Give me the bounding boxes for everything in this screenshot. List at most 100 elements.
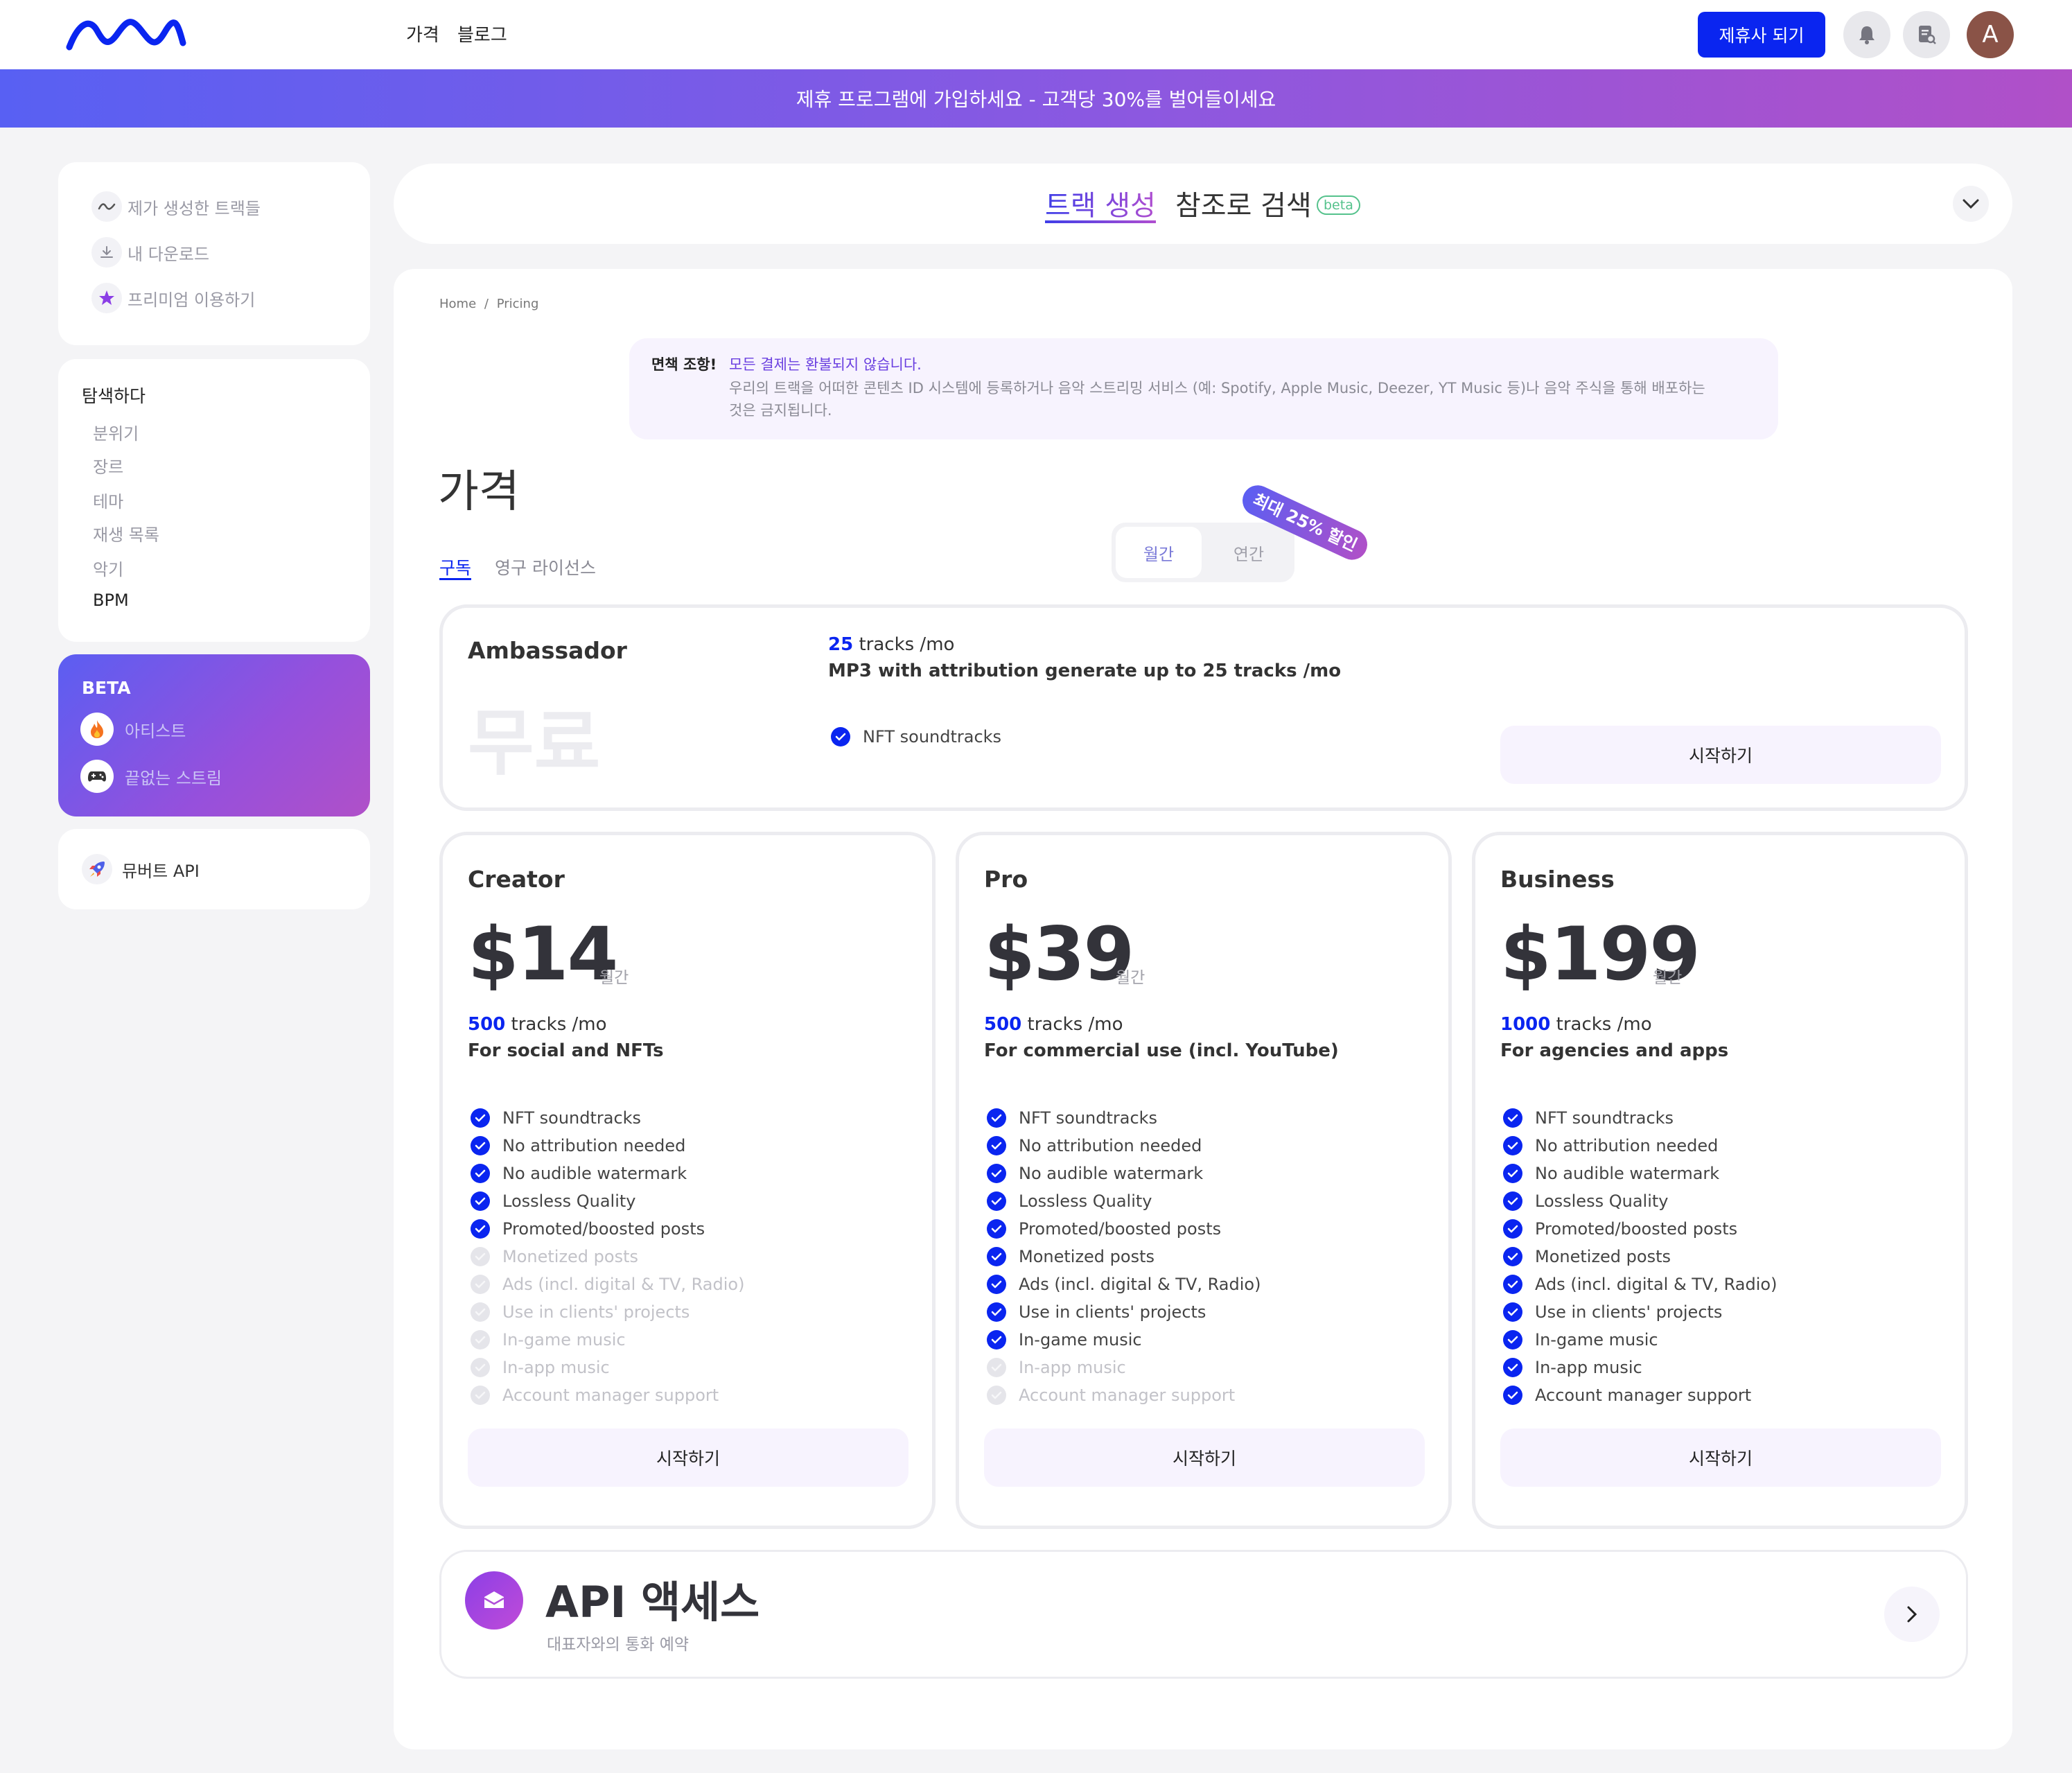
plan-tracks-unit: tracks /mo <box>859 634 955 655</box>
user-avatar[interactable]: A <box>1967 11 2014 58</box>
feature-item: Monetized posts <box>1503 1243 1777 1270</box>
beta-item-endless-stream[interactable]: 끝없는 스트림 <box>80 760 222 793</box>
feature-item: NFT soundtracks <box>987 1104 1261 1132</box>
api-access-arrow-button[interactable] <box>1884 1587 1940 1642</box>
tab-search-by-reference[interactable]: 참조로 검색 <box>1175 183 1312 223</box>
disclaimer-body-line1: 우리의 트랙을 어떠한 콘텐츠 ID 시스템에 등록하거나 음악 스트리밍 서비… <box>729 380 1705 396</box>
wave-icon <box>91 191 122 222</box>
sidebar-item-downloads[interactable]: 내 다운로드 <box>91 237 209 268</box>
check-icon <box>987 1247 1006 1266</box>
start-button[interactable]: 시작하기 <box>468 1429 908 1487</box>
check-icon <box>471 1191 490 1211</box>
feature-item: No attribution needed <box>471 1132 744 1160</box>
plan-name: Business <box>1500 866 1615 893</box>
start-button[interactable]: 시작하기 <box>984 1429 1425 1487</box>
explore-item-genre[interactable]: 장르 <box>93 453 123 478</box>
feature-item: No audible watermark <box>1503 1160 1777 1187</box>
feature-item: In-game music <box>987 1326 1261 1354</box>
check-disabled-icon <box>471 1330 490 1350</box>
sidebar-explore-card: 탐색하다 분위기 장르 테마 재생 목록 악기 BPM <box>58 359 370 642</box>
feature-item: Ads (incl. digital & TV, Radio) <box>1503 1270 1777 1298</box>
check-icon <box>471 1108 490 1128</box>
feature-item: Ads (incl. digital & TV, Radio) <box>987 1270 1261 1298</box>
feature-item: Lossless Quality <box>1503 1187 1777 1215</box>
affiliate-banner[interactable]: 제휴 프로그램에 가입하세요 - 고객당 30%를 벌어들이세요 <box>0 69 2072 128</box>
explore-item-bpm[interactable]: BPM <box>93 591 129 610</box>
plan-tracks-count: 500 <box>984 1014 1022 1035</box>
become-partner-button[interactable]: 제휴사 되기 <box>1698 12 1825 58</box>
explore-item-instruments[interactable]: 악기 <box>93 556 123 580</box>
check-disabled-icon <box>471 1275 490 1294</box>
check-icon <box>987 1191 1006 1211</box>
check-icon <box>1503 1330 1522 1350</box>
plan-price-unit: 월간 <box>1653 969 1683 987</box>
subscription-tab-underline <box>439 578 471 580</box>
breadcrumb-separator: / <box>484 297 489 311</box>
plan-tracks: 500 tracks /mo <box>468 1014 607 1035</box>
feature-item: Lossless Quality <box>471 1187 744 1215</box>
logo-icon[interactable] <box>65 15 187 53</box>
check-icon <box>471 1219 490 1239</box>
check-icon <box>1503 1136 1522 1155</box>
disclaimer-box: 면책 조항! 모든 결제는 환불되지 않습니다. 우리의 트랙을 어떠한 콘텐츠… <box>629 338 1778 439</box>
explore-item-playlists[interactable]: 재생 목록 <box>93 521 159 545</box>
feature-item: Ads (incl. digital & TV, Radio) <box>471 1270 744 1298</box>
feature-item: Promoted/boosted posts <box>1503 1215 1777 1243</box>
top-header: 가격 블로그 제휴사 되기 A <box>0 0 2072 69</box>
disclaimer-body-line2: 것은 금지됩니다. <box>729 402 832 419</box>
disclaimer-label: 면책 조항! <box>651 356 717 373</box>
api-access-card[interactable]: API 액세스 대표자와의 통화 예약 <box>439 1550 1968 1679</box>
notifications-button[interactable] <box>1843 11 1890 58</box>
check-icon <box>1503 1275 1522 1294</box>
check-icon <box>1503 1219 1522 1239</box>
nav-blog-link[interactable]: 블로그 <box>457 21 507 46</box>
license-doc-button[interactable] <box>1903 11 1950 58</box>
generation-mode-card: 트랙 생성 참조로 검색 beta <box>394 164 2012 244</box>
plan-card-creator: Creator $14 월간 500 tracks /mo For social… <box>439 832 936 1529</box>
check-icon <box>987 1136 1006 1155</box>
check-disabled-icon <box>471 1358 490 1377</box>
tab-generate-track[interactable]: 트랙 생성 <box>1045 183 1156 223</box>
billing-yearly-option[interactable]: 연간 <box>1206 527 1292 578</box>
rocket-icon <box>82 854 112 884</box>
affiliate-banner-text[interactable]: 제휴 프로그램에 가입하세요 - 고객당 30%를 벌어들이세요 <box>796 85 1276 112</box>
plan-card-pro: Pro $39 월간 500 tracks /mo For commercial… <box>956 832 1452 1529</box>
api-access-subtitle: 대표자와의 통화 예약 <box>547 1636 690 1654</box>
feature-item: Use in clients' projects <box>1503 1298 1777 1326</box>
check-icon <box>987 1275 1006 1294</box>
tab-subscription[interactable]: 구독 <box>439 554 471 579</box>
nav-pricing-link[interactable]: 가격 <box>406 21 439 46</box>
breadcrumb-home[interactable]: Home <box>439 297 476 311</box>
feature-item: In-game music <box>1503 1326 1777 1354</box>
explore-item-theme[interactable]: 테마 <box>93 488 123 512</box>
breadcrumb-current: Pricing <box>496 297 539 311</box>
beta-item-artists[interactable]: 아티스트 <box>80 713 186 746</box>
billing-toggle: 월간 연간 <box>1112 523 1294 582</box>
plan-price-unit: 월간 <box>599 969 629 987</box>
billing-monthly-option[interactable]: 월간 <box>1116 527 1202 578</box>
start-button[interactable]: 시작하기 <box>1500 726 1941 784</box>
feature-item: Use in clients' projects <box>471 1298 744 1326</box>
plan-card-ambassador: Ambassador 무료 25 tracks /mo MP3 with att… <box>439 604 1968 811</box>
plan-tracks-unit: tracks /mo <box>511 1014 607 1035</box>
sidebar-item-my-tracks[interactable]: 제가 생성한 트랙들 <box>91 191 261 222</box>
expand-button[interactable] <box>1953 186 1989 222</box>
check-icon <box>471 1164 490 1183</box>
plan-name: Ambassador <box>468 637 627 664</box>
explore-item-mood[interactable]: 분위기 <box>93 420 139 444</box>
sidebar-item-api[interactable]: 뮤버트 API <box>82 854 200 884</box>
sidebar-item-premium[interactable]: 프리미엄 이용하기 <box>91 283 255 313</box>
sidebar-user-card: 제가 생성한 트랙들 내 다운로드 프리미엄 이용하기 <box>58 162 370 345</box>
feature-item: Promoted/boosted posts <box>987 1215 1261 1243</box>
check-icon <box>471 1136 490 1155</box>
chevron-down-icon <box>1963 199 1979 209</box>
mail-icon <box>465 1571 523 1630</box>
tab-perpetual-license[interactable]: 영구 라이선스 <box>495 554 596 579</box>
feature-item: No attribution needed <box>987 1132 1261 1160</box>
plan-tracks: 500 tracks /mo <box>984 1014 1123 1035</box>
plan-tagline: MP3 with attribution generate up to 25 t… <box>828 661 1342 681</box>
check-icon <box>1503 1191 1522 1211</box>
gamepad-icon <box>80 760 114 793</box>
check-icon <box>831 727 850 746</box>
start-button[interactable]: 시작하기 <box>1500 1429 1941 1487</box>
